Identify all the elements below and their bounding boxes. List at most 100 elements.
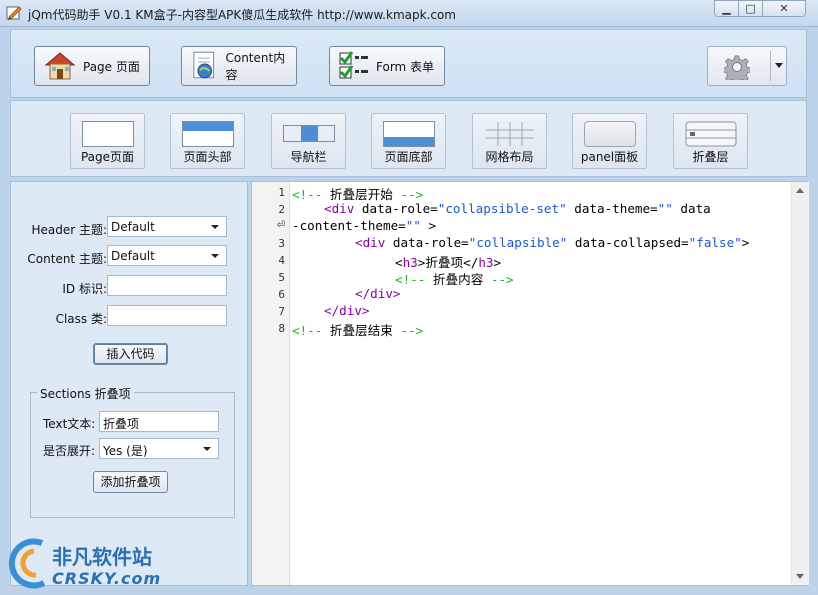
code-editor[interactable]: 1 2 ⏎ 3 4 5 6 7 8 <!-- 折叠层开始 --> <div da… — [251, 181, 809, 586]
code-token: <!-- — [292, 187, 330, 202]
line-number: 5 — [278, 271, 285, 284]
title-bar: jQm代码助手 V0.1 KM盒子-内容型APK傻瓜生成软件 http://ww… — [0, 0, 818, 27]
expand-select[interactable]: Yes (是) — [99, 438, 219, 459]
grid-icon — [486, 122, 534, 146]
text-label: Text文本: — [43, 417, 96, 431]
code-token: "" — [405, 218, 421, 233]
panel-widget-icon — [584, 121, 636, 147]
widget-panel-button[interactable]: panel面板 — [572, 113, 647, 169]
maximize-icon: □ — [745, 2, 756, 15]
code-token: < — [395, 255, 403, 270]
header-theme-value: Default — [111, 220, 155, 234]
widget-navbar-button[interactable]: 导航栏 — [271, 113, 346, 169]
code-token: data-theme= — [566, 201, 658, 216]
code-token: data — [672, 201, 711, 216]
scroll-up-icon[interactable] — [796, 188, 804, 193]
code-line: <div data-role="collapsible" data-collap… — [355, 235, 749, 250]
code-token: <div — [355, 235, 386, 250]
line-number: 2 — [278, 203, 285, 216]
class-input[interactable] — [107, 305, 227, 326]
widget-header-label: 页面头部 — [183, 150, 232, 164]
widget-collapsible-label: 折叠层 — [692, 150, 729, 164]
line-number: 3 — [278, 237, 285, 250]
gear-icon — [724, 55, 750, 80]
footer-widget-icon — [383, 121, 435, 147]
code-token: --> — [392, 187, 424, 202]
code-token: data-role= — [385, 235, 469, 250]
add-section-button[interactable]: 添加折叠项 — [93, 471, 168, 493]
chevron-down-icon[interactable] — [775, 63, 783, 68]
widget-footer-label: 页面底部 — [384, 150, 433, 164]
wrap-icon: ⏎ — [276, 220, 285, 231]
chevron-down-icon — [211, 225, 219, 229]
vertical-scrollbar[interactable] — [791, 182, 809, 585]
widget-collapsible-button[interactable]: 折叠层 — [673, 113, 748, 169]
code-token: h3 — [402, 255, 418, 270]
code-line: <!-- 折叠内容 --> — [395, 269, 514, 288]
content-theme-label: Content 主题: — [27, 252, 107, 266]
line-number: 1 — [278, 186, 285, 199]
line-number: 8 — [278, 322, 285, 335]
properties-panel: Header 主题: Default Content 主题: Default I… — [10, 181, 248, 586]
code-token: <!-- — [395, 272, 433, 287]
code-token: --> — [483, 272, 514, 287]
content-button[interactable]: Content内容 — [181, 46, 297, 86]
code-token: h3 — [478, 255, 494, 270]
close-icon: ✕ — [779, 2, 789, 15]
code-token: 折叠内容 — [432, 272, 484, 287]
code-token: "false" — [688, 235, 742, 250]
close-button[interactable]: ✕ — [762, 0, 806, 17]
line-number: 6 — [278, 288, 285, 301]
code-line: <!-- 折叠层结束 --> — [292, 320, 423, 339]
widget-toolbar: Page页面 页面头部 导航栏 页面底部 网格布局 panel面板 折叠层 — [10, 100, 807, 177]
code-token: -content-theme= — [292, 218, 406, 233]
code-token: "collapsible" — [468, 235, 568, 250]
settings-separator — [770, 51, 771, 81]
code-line: </div> — [324, 303, 370, 318]
minimize-button[interactable]: ▁ — [714, 0, 739, 17]
window-title: jQm代码助手 V0.1 KM盒子-内容型APK傻瓜生成软件 http://ww… — [28, 8, 456, 22]
code-token: <div — [324, 201, 355, 216]
code-token: data-collapsed= — [567, 235, 689, 250]
page-widget-icon — [82, 121, 134, 147]
code-token: data-role= — [354, 201, 438, 216]
form-button-label: Form 表单 — [376, 59, 435, 74]
expand-value: Yes (是) — [103, 444, 148, 458]
house-icon — [44, 52, 76, 80]
widget-page-button[interactable]: Page页面 — [70, 113, 145, 169]
content-button-label: Content内容 — [225, 51, 286, 82]
sections-legend: Sections 折叠项 — [37, 385, 134, 402]
text-input[interactable]: 折叠项 — [99, 411, 219, 432]
form-button[interactable]: Form 表单 — [329, 46, 445, 86]
maximize-button[interactable]: □ — [738, 0, 763, 17]
app-icon — [6, 6, 22, 20]
widget-panel-label: panel面板 — [580, 150, 639, 164]
code-token: 折叠层结束 — [329, 323, 393, 338]
widget-header-button[interactable]: 页面头部 — [170, 113, 245, 169]
insert-code-button[interactable]: 插入代码 — [93, 343, 168, 365]
code-line: </div> — [355, 286, 401, 301]
code-line: -content-theme="" > — [292, 218, 436, 233]
widget-grid-button[interactable]: 网格布局 — [472, 113, 547, 169]
checklist-icon — [339, 51, 368, 79]
code-token: <!-- — [292, 323, 330, 338]
settings-button[interactable] — [707, 46, 787, 86]
content-theme-value: Default — [111, 249, 155, 263]
class-label: Class 类: — [55, 312, 107, 326]
scroll-down-icon[interactable] — [796, 574, 804, 579]
document-icon — [193, 51, 215, 79]
chevron-down-icon — [203, 447, 211, 451]
page-button[interactable]: Page 页面 — [34, 46, 150, 86]
code-token: > — [741, 235, 750, 250]
main-toolbar: Page 页面 Content内容 Form 表单 — [10, 29, 807, 98]
id-input[interactable] — [107, 275, 227, 296]
line-number-gutter: 1 2 ⏎ 3 4 5 6 7 8 — [252, 182, 290, 585]
code-token: --> — [392, 323, 424, 338]
widget-footer-button[interactable]: 页面底部 — [371, 113, 446, 169]
content-theme-select[interactable]: Default — [107, 245, 227, 266]
header-theme-select[interactable]: Default — [107, 216, 227, 237]
collapsible-icon — [685, 121, 737, 147]
widget-grid-label: 网格布局 — [485, 150, 534, 164]
code-token: "" — [657, 201, 673, 216]
header-theme-label: Header 主题: — [31, 223, 107, 237]
